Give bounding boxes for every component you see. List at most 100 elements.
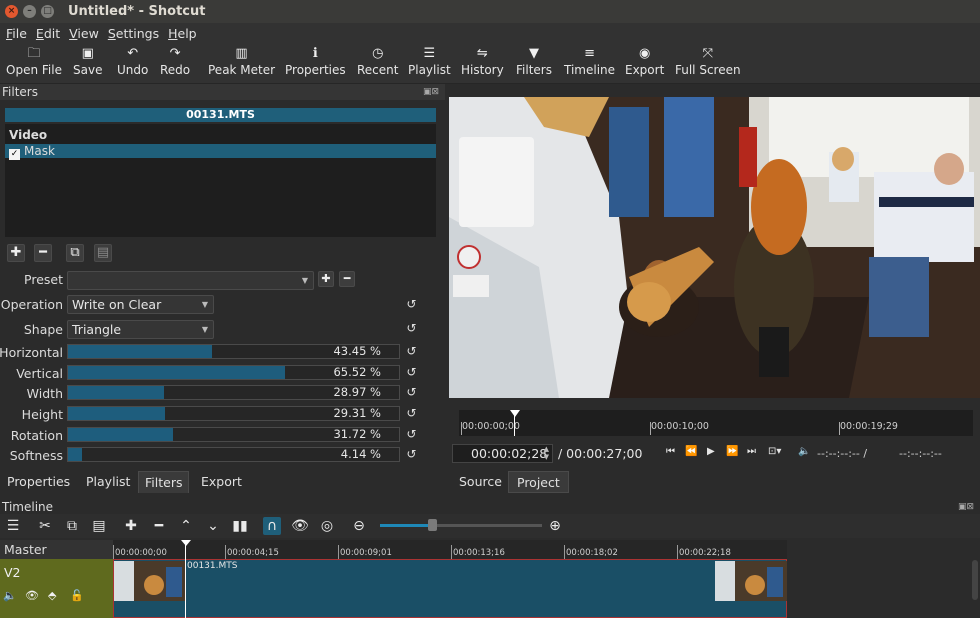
undo-button[interactable]: ↶ Undo	[117, 45, 148, 77]
rotation-slider-fill	[68, 428, 173, 441]
zoom-slider-handle[interactable]	[428, 519, 437, 531]
properties-button[interactable]: ℹ Properties	[285, 45, 346, 77]
save-button[interactable]: ▣ Save	[73, 45, 102, 77]
peak-meter-button[interactable]: ▥ Peak Meter	[208, 45, 275, 77]
zoom-slider[interactable]	[380, 524, 542, 527]
menu-edit[interactable]: Edit	[36, 26, 60, 41]
tab-project[interactable]: Project	[508, 471, 569, 493]
timeline-panel-title: Timeline ▣⊠	[0, 500, 980, 514]
timeline-playhead-marker-icon[interactable]	[181, 540, 191, 546]
tab-source[interactable]: Source	[451, 471, 510, 493]
append-icon[interactable]: ✚	[122, 517, 140, 535]
reset-operation-icon[interactable]: ↺	[404, 297, 419, 312]
reset-width-icon[interactable]: ↺	[404, 385, 419, 400]
snap-icon[interactable]: ∩	[263, 517, 281, 535]
save-preset-button[interactable]: ✚	[318, 271, 334, 287]
copy-icon[interactable]: ⧉	[63, 517, 81, 535]
playlist-button[interactable]: ☰ Playlist	[408, 45, 451, 77]
dock-float-icon[interactable]: ▣⊠	[958, 500, 974, 514]
zoom-in-icon[interactable]: ⊕	[546, 517, 564, 535]
open-file-button[interactable]: 🗀 Open File	[6, 45, 62, 77]
timecode-field[interactable]: 00:00:02;28 ▲ ▼	[452, 444, 553, 463]
remove-filter-button[interactable]: ━	[34, 244, 52, 262]
dock-float-icon[interactable]: ▣⊠	[423, 84, 439, 100]
lift-icon[interactable]: ⌃	[177, 517, 195, 535]
timeline-button[interactable]: ≡ Timeline	[564, 45, 615, 77]
copy-filter-button[interactable]: ⧉	[66, 244, 84, 262]
filter-item-mask[interactable]: ✓ Mask	[5, 144, 436, 160]
lock-icon[interactable]: 🔓	[70, 589, 84, 602]
playhead-marker-icon[interactable]	[510, 410, 520, 417]
reset-vertical-icon[interactable]: ↺	[404, 365, 419, 380]
cut-icon[interactable]: ✂	[36, 517, 54, 535]
close-window-button[interactable]: ×	[5, 5, 18, 18]
timeline-playhead[interactable]	[185, 540, 186, 618]
export-button[interactable]: ◉ Export	[625, 45, 664, 77]
zoom-out-icon[interactable]: ⊖	[350, 517, 368, 535]
skip-to-end-icon[interactable]: ⏭	[747, 446, 756, 457]
timeline-label: Timeline	[564, 63, 616, 77]
softness-slider[interactable]: 4.14 %	[67, 447, 400, 462]
full-screen-button[interactable]: ⤧ Full Screen	[675, 45, 741, 77]
shape-combo[interactable]: Triangle ▼	[67, 320, 214, 339]
ripple-delete-icon[interactable]: ━	[150, 517, 168, 535]
timeline-ruler[interactable]: 00:00:00;00 00:00:04;15 00:00:09;01 00:0…	[113, 540, 787, 559]
menu-view[interactable]: View	[69, 26, 99, 41]
reset-height-icon[interactable]: ↺	[404, 406, 419, 421]
ripple-icon[interactable]: ◎	[318, 517, 336, 535]
fast-forward-icon[interactable]: ⏩	[726, 446, 738, 457]
tab-playlist[interactable]: Playlist	[80, 471, 136, 493]
maximize-window-button[interactable]: □	[41, 5, 54, 18]
history-button[interactable]: ⇋ History	[461, 45, 504, 77]
reset-rotation-icon[interactable]: ↺	[404, 427, 419, 442]
menu-file[interactable]: File	[6, 26, 27, 41]
filters-button[interactable]: ▼ Filters	[516, 45, 552, 77]
video-viewer[interactable]	[449, 97, 980, 398]
player-scrubber[interactable]: 00:00:00;00 00:00:10;00 00:00:19;29	[459, 410, 973, 436]
eye-icon[interactable]: 👁	[25, 589, 39, 602]
grid-toggle-icon[interactable]: ⊡▾	[768, 446, 781, 457]
filter-list[interactable]: Video ✓ Mask	[5, 124, 436, 237]
scrub-icon[interactable]: 👁	[291, 517, 309, 535]
menu-icon[interactable]: ☰	[4, 517, 22, 535]
history-icon: ⇋	[476, 46, 488, 61]
reset-shape-icon[interactable]: ↺	[404, 321, 419, 336]
reset-softness-icon[interactable]: ↺	[404, 447, 419, 462]
split-icon[interactable]: ▮▮	[231, 517, 249, 535]
play-icon[interactable]: ▶	[707, 446, 715, 457]
composite-icon[interactable]: ⬘	[48, 589, 56, 602]
spin-arrows-icon[interactable]: ▲ ▼	[544, 445, 549, 461]
redo-button[interactable]: ↷ Redo	[160, 45, 190, 77]
reset-horizontal-icon[interactable]: ↺	[404, 344, 419, 359]
operation-combo[interactable]: Write on Clear ▼	[67, 295, 214, 314]
overwrite-icon[interactable]: ⌄	[204, 517, 222, 535]
add-filter-button[interactable]: ✚	[7, 244, 25, 262]
mute-icon[interactable]: 🔈	[3, 589, 17, 602]
skip-to-start-icon[interactable]: ⏮	[666, 446, 675, 457]
vertical-slider[interactable]: 65.52 %	[67, 365, 400, 380]
recent-button[interactable]: ◷ Recent	[357, 45, 398, 77]
tab-export[interactable]: Export	[195, 471, 248, 493]
menu-settings[interactable]: Settings	[108, 26, 159, 41]
delete-preset-button[interactable]: ━	[339, 271, 355, 287]
width-slider[interactable]: 28.97 %	[67, 385, 400, 400]
timeline-vertical-scrollbar[interactable]	[972, 560, 978, 600]
tab-filters[interactable]: Filters	[138, 471, 190, 493]
horizontal-slider[interactable]: 43.45 %	[67, 344, 400, 359]
volume-icon[interactable]: 🔈	[798, 446, 810, 457]
rotation-slider[interactable]: 31.72 %	[67, 427, 400, 442]
paste-filter-button[interactable]: ▤	[94, 244, 112, 262]
save-label: Save	[73, 63, 103, 77]
timeline-ruler-label: 00:00:00;00	[115, 548, 167, 558]
mask-enabled-checkbox[interactable]: ✓	[9, 149, 20, 160]
preset-combo[interactable]: ▼	[67, 271, 314, 290]
height-slider[interactable]: 29.31 %	[67, 406, 400, 421]
minimize-window-button[interactable]: –	[23, 5, 36, 18]
redo-icon: ↷	[169, 46, 181, 61]
timeline-empty-area[interactable]	[787, 540, 980, 618]
track-header-v2[interactable]: V2 🔈 👁 ⬘ 🔓	[0, 559, 113, 618]
paste-icon[interactable]: ▤	[90, 517, 108, 535]
menu-help[interactable]: Help	[168, 26, 197, 41]
tab-properties[interactable]: Properties	[1, 471, 76, 493]
rewind-icon[interactable]: ⏪	[685, 446, 697, 457]
